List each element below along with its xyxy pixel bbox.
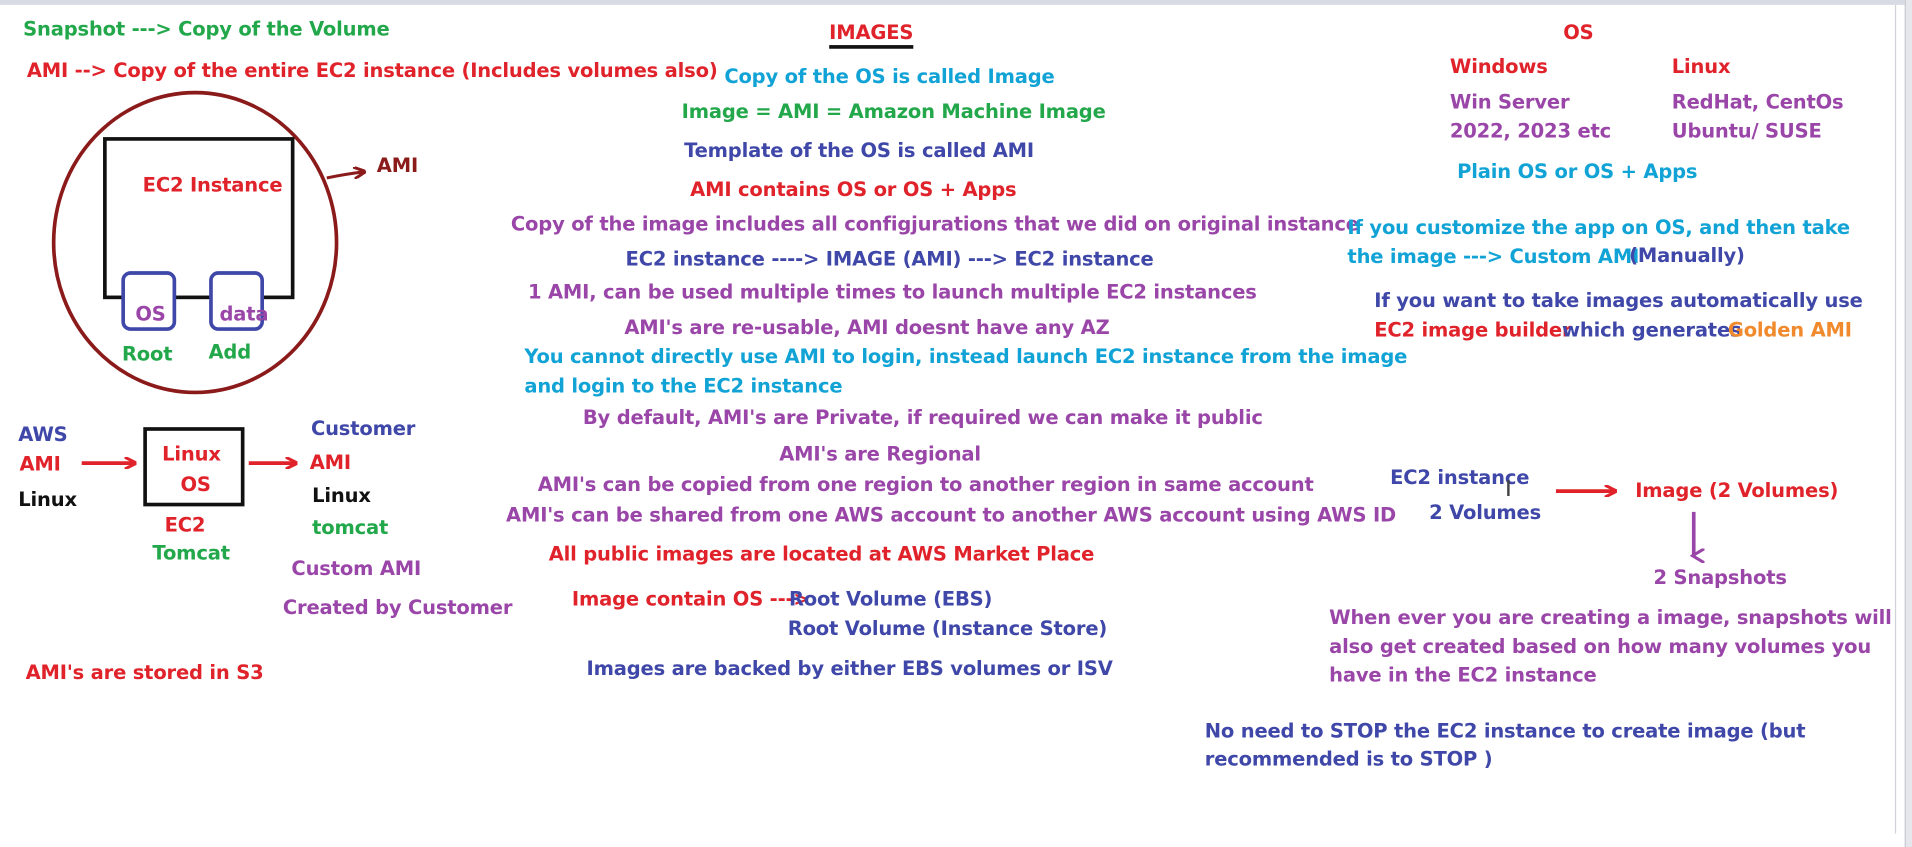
snapshot-definition: Snapshot ---> Copy of the Volume [23,17,390,41]
center-line-15: All public images are located at AWS Mar… [548,542,1095,566]
two-volumes-label: 2 Volumes [1429,500,1542,525]
customize-line-2: the image ---> Custom AMI [1347,244,1640,269]
ami-arrow-label: AMI [376,153,419,177]
ec2-instance-label: EC2 Instance [142,173,283,197]
root-volume-ebs: Root Volume (EBS) [788,587,993,611]
stored-in-s3-note: AMI's are stored in S3 [25,660,264,684]
linux-label: Linux [1671,54,1731,78]
ami-arrow [326,172,364,180]
text-cursor-icon [1507,480,1510,497]
center-line-2: Image = AMI = Amazon Machine Image [681,99,1106,124]
which-generates-label: which generates [1562,318,1742,342]
ec2-image-builder-label: EC2 image builder [1374,318,1572,342]
whiteboard-canvas: Snapshot ---> Copy of the Volume AMI -->… [0,0,1912,847]
center-line-3: Template of the OS is called AMI [684,138,1035,163]
plain-os-note: Plain OS or OS + Apps [1457,159,1698,183]
box-os-label: OS [180,472,211,497]
aws-linux-label: Linux [18,487,77,511]
tomcat-label: Tomcat [152,541,230,565]
center-line-7: 1 AMI, can be used multiple times to lau… [527,280,1257,304]
image-two-volumes-label: Image (2 Volumes) [1635,478,1839,503]
center-line-9: You cannot directly use AMI to login, in… [524,344,1408,369]
center-line-12: AMI's are Regional [779,442,981,466]
backed-by-note: Images are backed by either EBS volumes … [586,656,1113,681]
customer-ami-label: AMI [309,450,351,475]
add-volume-label: Add [208,340,252,364]
box-linux-label: Linux [162,442,221,466]
root-volume-label: Root [121,342,173,366]
stop-note-line-1: No need to STOP the EC2 instance to crea… [1204,719,1806,743]
custom-ami-label: Custom AMI [291,556,422,581]
center-line-11: By default, AMI's are Private, if requir… [582,405,1263,429]
linux-distros-line-1: RedHat, CentOs [1671,90,1844,114]
win-server-line-1: Win Server [1449,90,1570,114]
linux-distros-line-2: Ubuntu/ SUSE [1671,119,1822,143]
center-line-1: Copy of the OS is called Image [724,64,1055,88]
ami-definition: AMI --> Copy of the entire EC2 instance … [26,58,718,82]
windows-label: Windows [1449,54,1548,78]
ec2-label: EC2 [164,513,206,537]
win-server-line-2: 2022, 2023 etc [1449,119,1612,143]
snapshot-note-line-1: When ever you are creating a image, snap… [1329,605,1892,629]
two-snapshots-label: 2 Snapshots [1653,565,1787,589]
center-line-8: AMI's are re-usable, AMI doesnt have any… [624,315,1110,339]
snapshot-note-line-3: have in the EC2 instance [1329,662,1597,687]
golden-ami-label: Golden AMI [1727,318,1852,342]
stop-note-line-2: recommended is to STOP ) [1204,747,1493,771]
aws-ami-label: AMI [19,452,61,476]
os-volume-label: OS [135,302,166,326]
center-line-5: Copy of the image includes all configjur… [510,212,1359,236]
customer-label: Customer [310,416,416,440]
manually-label: (Manually) [1629,243,1745,267]
center-line-13: AMI's can be copied from one region to a… [537,472,1314,497]
page-title: IMAGES [829,23,913,49]
center-line-10: and login to the EC2 instance [524,374,843,398]
auto-images-line-1: If you want to take images automatically… [1374,288,1863,312]
os-title: OS [1563,20,1594,44]
data-volume-label: data [219,302,269,326]
customize-line-1: If you customize the app on OS, and then… [1347,215,1850,239]
root-volume-instance-store: Root Volume (Instance Store) [787,616,1108,640]
image-contain-prefix: Image contain OS ---> [571,587,810,611]
center-line-6: EC2 instance ----> IMAGE (AMI) ---> EC2 … [625,247,1154,271]
customer-tomcat-label: tomcat [312,515,389,539]
aws-label: AWS [18,422,68,447]
center-line-14: AMI's can be shared from one AWS account… [506,503,1397,527]
center-line-4: AMI contains OS or OS + Apps [690,177,1017,202]
snapshot-note-line-2: also get created based on how many volum… [1329,634,1872,659]
customer-linux-label: Linux [312,483,371,507]
created-by-customer-label: Created by Customer [282,595,513,620]
